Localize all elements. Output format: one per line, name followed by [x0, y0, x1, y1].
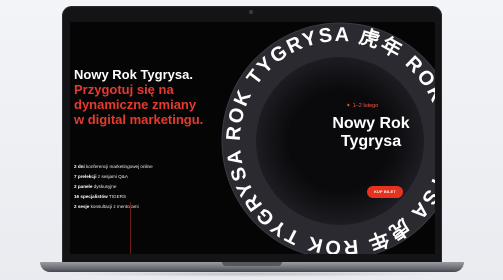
date-label: 1–2 lutego — [352, 103, 379, 109]
event-title-line-1: Nowy Rok — [332, 115, 410, 132]
buy-ticket-button[interactable]: KUP BILET — [367, 186, 403, 198]
laptop-screen: Nowy Rok Tygrysa. Przygotuj się na dynam… — [70, 22, 435, 254]
laptop-mockup-scene: Nowy Rok Tygrysa. Przygotuj się na dynam… — [0, 0, 503, 280]
spark-icon: ✦ — [346, 103, 351, 109]
event-title: Nowy Rok Tygrysa — [306, 115, 435, 151]
fact-item: 2 sesje konsultacji z mentorami — [74, 202, 234, 212]
fact-item: 2 panele dyskusyjne — [74, 182, 234, 192]
fact-bold: 2 sesje — [74, 204, 90, 209]
fact-bold: 2 panele — [74, 184, 93, 189]
fact-bold: 16 specjalistów — [74, 194, 108, 199]
fact-item: 7 prelekcji z sesjami Q&A — [74, 172, 234, 182]
event-date: ✦ 1–2 lutego — [346, 103, 406, 109]
divider-line — [130, 202, 131, 254]
camera-icon — [249, 10, 253, 14]
event-facts-list: 2 dni konferencji marketingowej online 7… — [74, 162, 234, 212]
fact-text: konsultacji z mentorami — [89, 204, 139, 209]
fact-item: 2 dni konferencji marketingowej online — [74, 162, 234, 172]
fact-text: TIGERS — [107, 194, 127, 199]
laptop-base-notch — [222, 262, 282, 266]
fact-bold: 7 prelekcji — [74, 174, 97, 179]
laptop-shadow — [60, 271, 444, 277]
fact-text: z sesjami Q&A — [96, 174, 128, 179]
fact-bold: 2 dni — [74, 164, 85, 169]
fact-item: 16 specjalistów TIGERS — [74, 192, 234, 202]
fact-text: dyskusyjne — [92, 184, 117, 189]
event-title-line-2: Tygrysa — [340, 133, 402, 150]
fact-text: konferencji marketingowej online — [84, 164, 153, 169]
